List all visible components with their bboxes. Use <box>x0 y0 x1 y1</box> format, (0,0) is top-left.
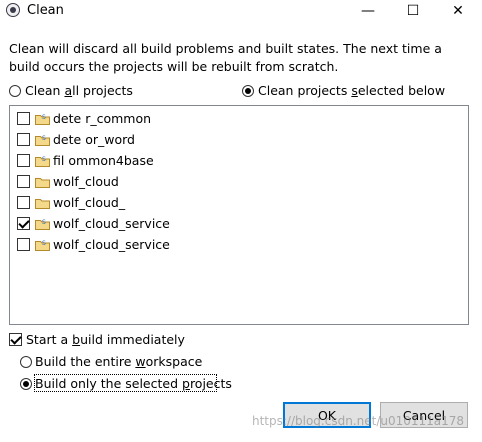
java-project-folder-icon <box>35 199 50 209</box>
build-only-radio[interactable] <box>20 378 32 390</box>
project-checkbox[interactable] <box>17 217 30 230</box>
project-checkbox[interactable] <box>17 175 30 188</box>
java-project-folder-icon: S <box>35 135 50 146</box>
build-entire-label[interactable]: Build the entire workspace <box>35 354 202 369</box>
project-row[interactable]: S dete or_word <box>17 130 457 150</box>
eclipse-icon <box>6 3 20 17</box>
project-row[interactable]: S wolf_cloud_service <box>17 235 457 255</box>
project-row[interactable]: wolf_cloud <box>17 172 457 192</box>
project-checkbox[interactable] <box>17 154 30 167</box>
clean-all-label[interactable]: Clean all projects <box>25 83 133 98</box>
project-checkbox[interactable] <box>17 133 30 146</box>
java-project-folder-icon <box>35 178 50 188</box>
description-text: Clean will discard all build problems an… <box>9 41 442 74</box>
project-name: wolf_cloud_ <box>53 195 126 210</box>
java-project-folder-icon: S <box>35 114 50 125</box>
project-name: wolf_cloud <box>53 174 119 189</box>
java-project-folder-icon: S <box>35 156 50 167</box>
build-only-label[interactable]: Build only the selected projects <box>35 376 232 391</box>
project-checkbox[interactable] <box>17 112 30 125</box>
project-checkbox[interactable] <box>17 238 30 251</box>
project-row[interactable]: S dete r_common <box>17 109 457 129</box>
project-row[interactable]: wolf_cloud_ <box>17 193 457 213</box>
window-title: Clean <box>27 3 64 18</box>
svg-text:S: S <box>42 240 46 247</box>
clean-selected-radio[interactable] <box>242 85 254 97</box>
start-build-checkbox[interactable] <box>9 333 22 346</box>
java-project-folder-icon: S <box>35 240 50 251</box>
clean-selected-label[interactable]: Clean projects selected below <box>258 83 445 98</box>
project-name: wolf_cloud_service <box>53 237 170 252</box>
build-entire-radio[interactable] <box>20 356 32 368</box>
project-name: dete r_common <box>53 111 152 126</box>
title-bar: Clean — ☐ ✕ <box>0 0 482 22</box>
svg-text:S: S <box>42 135 46 142</box>
project-row[interactable]: S fil ommon4base <box>17 151 457 171</box>
start-build-label[interactable]: Start a build immediately <box>26 332 185 347</box>
project-name: dete or_word <box>53 132 135 147</box>
minimize-icon: — <box>361 3 375 19</box>
minimize-button[interactable]: — <box>348 0 388 22</box>
project-name: wolf_cloud_service <box>53 216 170 231</box>
clean-all-radio[interactable] <box>9 85 21 97</box>
svg-text:S: S <box>42 219 46 226</box>
svg-text:S: S <box>42 114 46 121</box>
project-list[interactable]: S dete r_common S dete or_word S fil omm… <box>9 105 469 325</box>
project-row[interactable]: S wolf_cloud_service <box>17 214 457 234</box>
maximize-button[interactable]: ☐ <box>393 0 433 22</box>
close-button[interactable]: ✕ <box>438 0 478 22</box>
project-checkbox[interactable] <box>17 196 30 209</box>
maximize-icon: ☐ <box>406 3 420 19</box>
close-icon: ✕ <box>452 3 464 19</box>
svg-text:S: S <box>42 156 46 163</box>
project-name: fil ommon4base <box>53 153 154 168</box>
java-project-folder-icon: S <box>35 219 50 230</box>
watermark: https://blog.csdn.net/u010111a178 <box>252 414 465 428</box>
